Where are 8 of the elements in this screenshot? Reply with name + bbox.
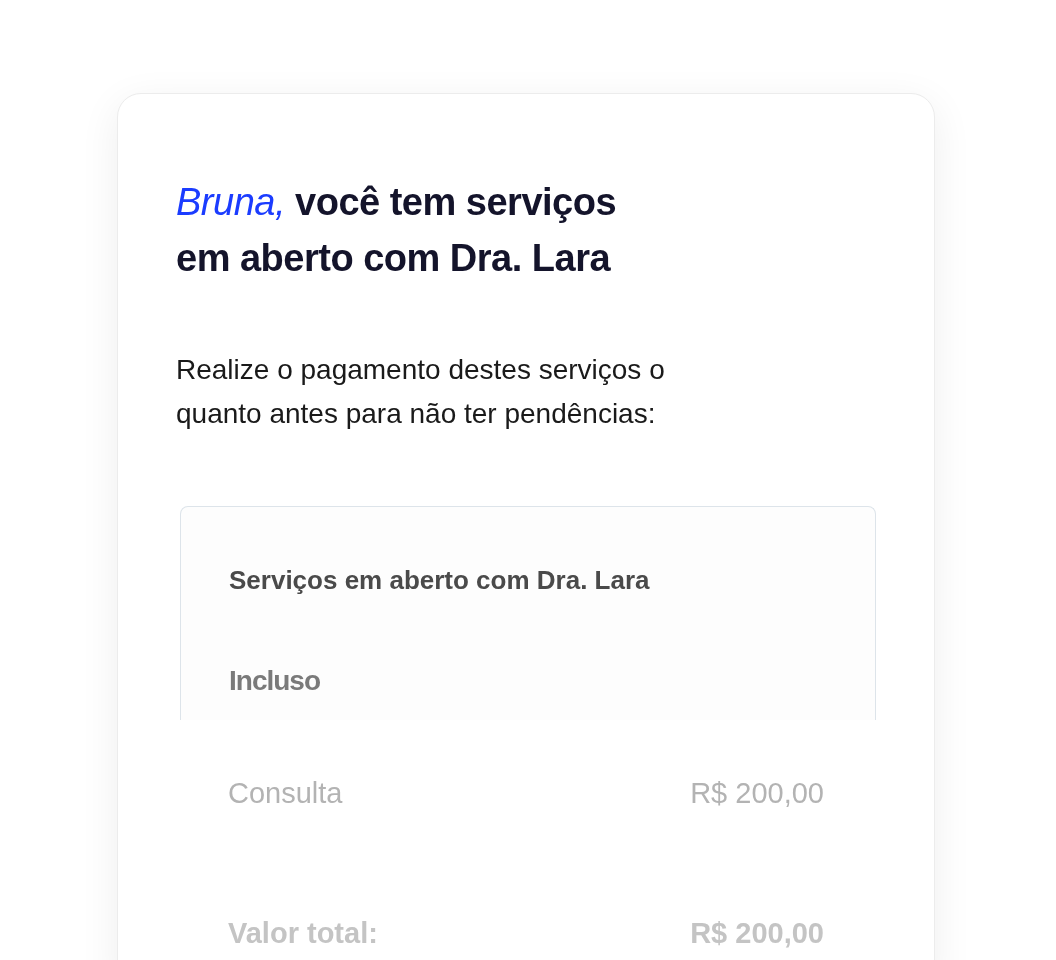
total-label: Valor total: (228, 915, 378, 951)
heading: Bruna, você tem serviços em aberto com Dra. Lara (176, 180, 618, 281)
services-title: Serviços em aberto com Dra. Lara (229, 564, 651, 597)
service-price: R$ 200,00 (690, 776, 824, 811)
payment-message: Realize o pagamento destes serviços o quanto antes para não ter pendências: (176, 353, 666, 431)
service-name: Consulta (228, 776, 343, 811)
section-label: Incluso (229, 664, 321, 698)
total-amount: R$ 200,00 (690, 915, 824, 951)
